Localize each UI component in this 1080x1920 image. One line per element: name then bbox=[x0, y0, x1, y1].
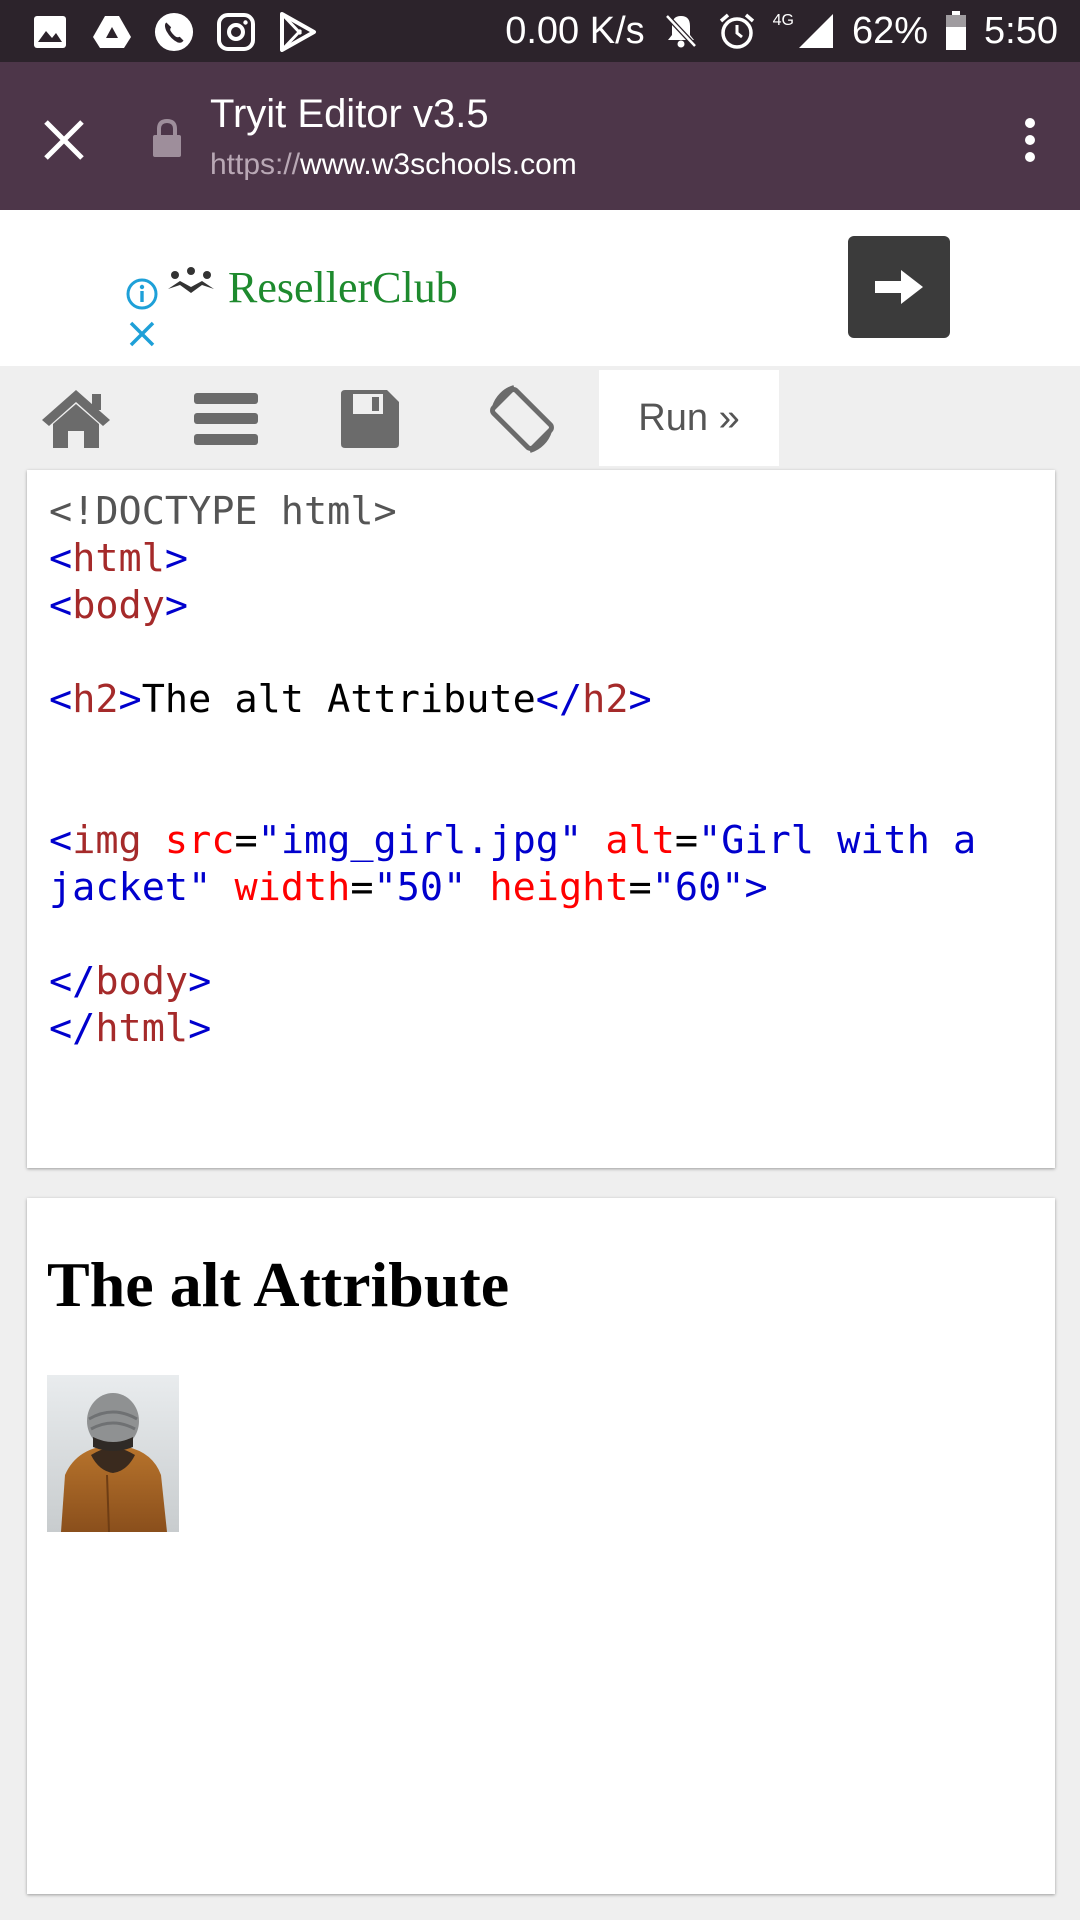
code-equals: = bbox=[234, 818, 258, 863]
overflow-menu-icon[interactable] bbox=[1020, 114, 1040, 166]
ad-go-button[interactable] bbox=[848, 236, 950, 338]
code-bracket: > bbox=[164, 536, 189, 581]
code-bracket: > bbox=[164, 583, 189, 628]
code-doctype: <!DOCTYPE html> bbox=[49, 489, 397, 534]
screen-rotation-icon bbox=[490, 385, 554, 453]
home-button[interactable] bbox=[36, 384, 116, 454]
code-tag: html bbox=[95, 1006, 189, 1051]
save-icon bbox=[341, 390, 399, 448]
result-heading: The alt Attribute bbox=[47, 1249, 510, 1320]
code-bracket: < bbox=[49, 818, 73, 863]
code-tag: h2 bbox=[582, 677, 629, 722]
code-bracket: </ bbox=[535, 677, 583, 722]
drive-notification-icon bbox=[92, 12, 132, 52]
code-attribute: height bbox=[489, 865, 629, 910]
code-bracket: < bbox=[49, 583, 73, 628]
code-content[interactable]: <!DOCTYPE html> <html> <body> <h2>The al… bbox=[49, 488, 1039, 1052]
battery-icon bbox=[944, 11, 968, 51]
close-icon[interactable] bbox=[38, 114, 90, 166]
instagram-notification-icon bbox=[216, 12, 256, 52]
code-tag: img bbox=[72, 818, 142, 863]
code-value: "img_girl.jpg" bbox=[257, 818, 583, 863]
hamburger-icon bbox=[194, 393, 258, 445]
ad-banner[interactable]: ResellerClub bbox=[0, 210, 1080, 366]
code-tag: h2 bbox=[72, 677, 119, 722]
code-bracket: > bbox=[188, 1006, 212, 1051]
home-icon bbox=[42, 390, 110, 448]
code-bracket: </ bbox=[49, 959, 96, 1004]
battery-percent: 62% bbox=[851, 9, 929, 52]
code-bracket: < bbox=[49, 536, 73, 581]
save-button[interactable] bbox=[330, 384, 410, 454]
code-bracket: </ bbox=[49, 1006, 96, 1051]
signal-icon bbox=[796, 11, 836, 51]
editor-toolbar: Run » bbox=[0, 366, 1080, 466]
clock: 5:50 bbox=[984, 9, 1058, 52]
code-attribute: src bbox=[164, 818, 235, 863]
code-tag: body bbox=[95, 959, 189, 1004]
code-text: The alt Attribute bbox=[141, 677, 536, 722]
ad-close-icon[interactable] bbox=[126, 318, 158, 350]
rotate-button[interactable] bbox=[482, 384, 562, 454]
url-scheme: https:// bbox=[210, 148, 301, 181]
code-bracket: < bbox=[49, 677, 73, 722]
status-bar: 0.00 K/s 4G 62% 5:50 bbox=[0, 0, 1080, 62]
url-host: www.w3schools.com bbox=[300, 148, 577, 181]
run-button[interactable]: Run » bbox=[599, 370, 779, 466]
code-value: "Girl with a bbox=[698, 818, 977, 863]
code-tag: body bbox=[72, 583, 165, 628]
girl-with-jacket-image bbox=[47, 1375, 179, 1533]
ad-brand-name[interactable]: ResellerClub bbox=[228, 262, 458, 313]
code-value: "50" bbox=[373, 865, 467, 910]
code-bracket: > bbox=[628, 677, 652, 722]
alarm-icon bbox=[717, 11, 757, 51]
code-value: jacket" bbox=[49, 865, 212, 910]
phone-notification-icon bbox=[154, 12, 194, 52]
code-equals: = bbox=[628, 865, 652, 910]
code-attribute: alt bbox=[605, 818, 675, 863]
code-editor[interactable]: <!DOCTYPE html> <html> <body> <h2>The al… bbox=[27, 470, 1055, 1168]
browser-header: Tryit Editor v3.5 https://www.w3schools.… bbox=[0, 62, 1080, 210]
code-attribute: width bbox=[234, 865, 351, 910]
play-store-notification-icon bbox=[278, 12, 318, 52]
lock-icon bbox=[152, 118, 182, 158]
page-title: Tryit Editor v3.5 bbox=[210, 92, 489, 136]
page-url: https://www.w3schools.com bbox=[210, 148, 577, 182]
code-bracket: > bbox=[118, 677, 142, 722]
code-bracket: > bbox=[744, 865, 768, 910]
gallery-notification-icon bbox=[30, 12, 70, 52]
resellerclub-logo-icon bbox=[166, 265, 216, 299]
code-equals: = bbox=[350, 865, 374, 910]
network-type: 4G bbox=[772, 12, 794, 29]
code-value: "60" bbox=[651, 865, 745, 910]
mute-icon bbox=[661, 11, 701, 51]
net-speed: 0.00 K/s bbox=[505, 9, 645, 52]
code-equals: = bbox=[674, 818, 699, 863]
code-bracket: > bbox=[188, 959, 212, 1004]
result-pane: The alt Attribute bbox=[27, 1198, 1055, 1894]
code-tag: html bbox=[72, 536, 165, 581]
arrow-right-icon bbox=[875, 270, 923, 304]
ad-info-icon[interactable] bbox=[126, 278, 158, 310]
menu-button[interactable] bbox=[186, 384, 266, 454]
